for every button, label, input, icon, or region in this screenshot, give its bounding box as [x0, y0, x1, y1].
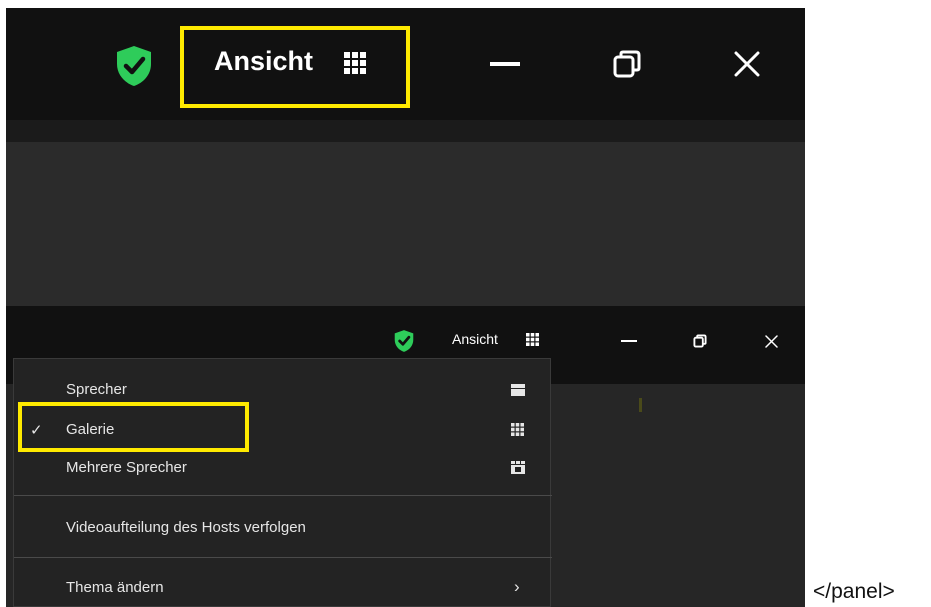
- close-icon[interactable]: [756, 328, 786, 354]
- view-menu: Sprecher ✓ Galerie Mehrere Sprecher Vide…: [13, 358, 552, 607]
- chevron-right-icon: ›: [514, 577, 520, 596]
- menu-item-multi-speaker[interactable]: Mehrere Sprecher: [14, 459, 552, 483]
- menu-item-label: Thema ändern: [66, 579, 164, 596]
- shield-check-icon[interactable]: [393, 329, 415, 353]
- stray-text: </panel>: [813, 580, 895, 603]
- minimize-icon[interactable]: [614, 328, 644, 354]
- menu-separator: [14, 557, 552, 558]
- content-marker: [639, 398, 642, 412]
- title-bar-divider: [6, 120, 805, 142]
- gallery-layout-icon: [511, 423, 524, 440]
- speaker-layout-icon: [511, 383, 525, 400]
- menu-item-label: Videoaufteilung des Hosts verfolgen: [66, 519, 306, 536]
- view-button[interactable]: Ansicht: [448, 328, 558, 354]
- menu-item-follow-host[interactable]: Videoaufteilung des Hosts verfolgen: [14, 519, 552, 543]
- restore-icon[interactable]: [685, 328, 715, 354]
- restore-icon[interactable]: [602, 42, 652, 86]
- menu-item-change-theme[interactable]: Thema ändern ›: [14, 577, 552, 603]
- title-bar: Ansicht: [6, 8, 805, 120]
- zoom-window-top: Ansicht: [6, 8, 805, 306]
- view-button-label: Ansicht: [452, 331, 498, 347]
- menu-item-label: Sprecher: [66, 381, 127, 398]
- menu-item-label: Mehrere Sprecher: [66, 459, 187, 476]
- minimize-icon[interactable]: [480, 42, 530, 86]
- shield-check-icon[interactable]: [114, 44, 154, 88]
- multi-speaker-layout-icon: [511, 461, 525, 478]
- highlight-box-gallery: [18, 402, 249, 452]
- grid-icon: [526, 333, 539, 346]
- meeting-content-area: [6, 142, 805, 306]
- menu-separator: [14, 495, 552, 496]
- view-button-label: Ansicht: [214, 46, 314, 76]
- close-icon[interactable]: [722, 42, 772, 86]
- grid-icon: [344, 52, 366, 74]
- view-button[interactable]: Ansicht: [206, 42, 386, 86]
